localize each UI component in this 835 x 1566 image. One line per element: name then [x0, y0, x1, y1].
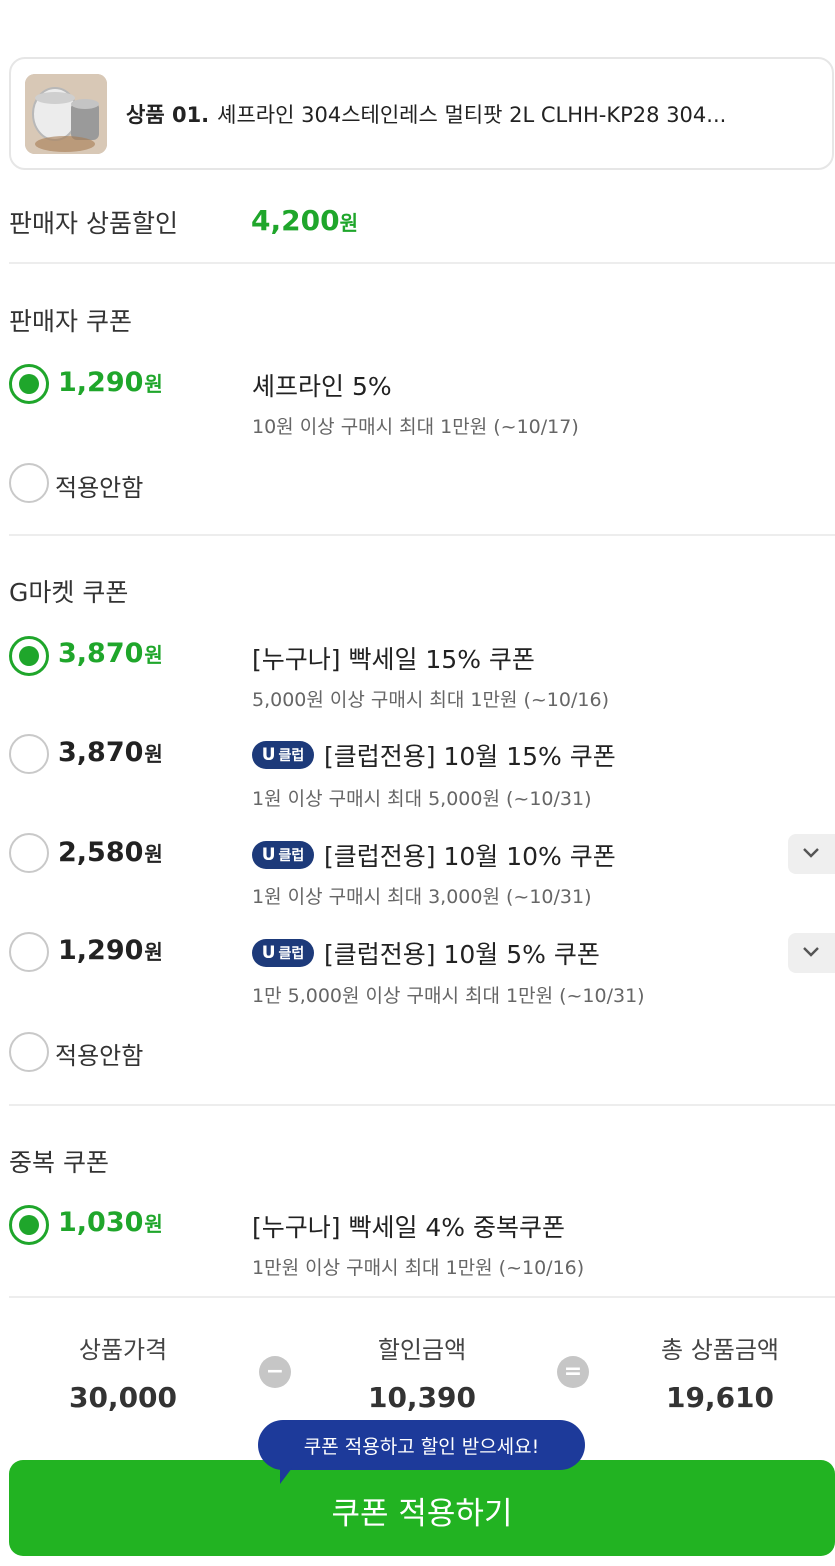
gmarket-coupon-radio-1[interactable]	[9, 636, 49, 676]
amount-value: 3,870	[58, 638, 144, 669]
gmarket-coupon-none-radio[interactable]	[9, 1032, 49, 1072]
divider	[9, 262, 835, 264]
price-summary: 상품가격 30,000 − 할인금액 10,390 = 총 상품금액 19,61…	[0, 1300, 835, 1566]
chevron-down-icon	[803, 848, 819, 858]
amount-unit: 원	[144, 1212, 163, 1236]
gmarket-coupon-radio-2[interactable]	[9, 734, 49, 774]
gmarket-coupon-amount-1: 3,870원	[58, 638, 163, 669]
amount-unit: 원	[144, 742, 163, 766]
gmarket-coupon-name-3: U 클럽 [클럽전용] 10월 10% 쿠폰	[252, 837, 616, 873]
seller-coupon-title: 판매자 쿠폰	[9, 307, 132, 336]
product-thumbnail	[25, 73, 107, 154]
chevron-down-icon	[803, 947, 819, 957]
seller-discount-amount: 4,200원	[251, 204, 358, 237]
divider	[9, 534, 835, 536]
summary-price-value: 30,000	[68, 1381, 178, 1414]
amount-value: 2,580	[58, 837, 144, 868]
amount-unit: 원	[144, 842, 163, 866]
amount-value: 1,290	[58, 367, 144, 398]
gmarket-coupon-condition-3: 1원 이상 구매시 최대 3,000원 (~10/31)	[252, 886, 592, 908]
seller-coupon-condition-1: 10원 이상 구매시 최대 1만원 (~10/17)	[252, 416, 579, 438]
duplicate-coupon-name-1: [누구나] 빡세일 4% 중복쿠폰	[252, 1213, 566, 1242]
summary-discount-label: 할인금액	[377, 1336, 467, 1364]
gmarket-coupon-amount-3: 2,580원	[58, 837, 163, 868]
summary-total-label: 총 상품금액	[660, 1336, 780, 1364]
gmarket-coupon-radio-3[interactable]	[9, 833, 49, 873]
coupon-name-text: [클럽전용] 10월 5% 쿠폰	[324, 940, 600, 969]
gmarket-coupon-amount-4: 1,290원	[58, 935, 163, 966]
amount-unit: 원	[144, 940, 163, 964]
gmarket-coupon-condition-2: 1원 이상 구매시 최대 5,000원 (~10/31)	[252, 788, 592, 810]
uclub-badge-text: 클럽	[278, 848, 305, 864]
coupon-tooltip: 쿠폰 적용하고 할인 받으세요!	[258, 1420, 585, 1484]
uclub-badge: U 클럽	[252, 841, 314, 869]
summary-total: 총 상품금액 19,610	[620, 1330, 820, 1414]
amount-unit: 원	[144, 643, 163, 667]
divider	[9, 1104, 835, 1106]
amount-value: 1,290	[58, 935, 144, 966]
duplicate-coupon-amount-1: 1,030원	[58, 1207, 163, 1238]
summary-total-value: 19,610	[665, 1381, 775, 1414]
gmarket-coupon-amount-2: 3,870원	[58, 737, 163, 768]
seller-coupon-radio-1[interactable]	[9, 364, 49, 404]
uclub-badge-u: U	[261, 845, 276, 865]
summary-discount: 할인금액 10,390	[322, 1330, 522, 1414]
seller-coupon-none-radio[interactable]	[9, 463, 49, 503]
duplicate-coupon-title: 중복 쿠폰	[9, 1148, 109, 1177]
uclub-badge-u: U	[261, 745, 276, 765]
product-image	[25, 73, 107, 154]
uclub-badge-text: 클럽	[278, 748, 305, 764]
seller-coupon-amount-1: 1,290원	[58, 367, 163, 398]
product-title: 상품 01. 셰프라인 304스테인레스 멀티팟 2L CLHH-KP28 304…	[126, 99, 726, 129]
equals-icon: =	[557, 1356, 589, 1388]
duplicate-coupon-radio-1[interactable]	[9, 1205, 49, 1245]
seller-discount-label: 판매자 상품할인	[9, 209, 178, 238]
amount-value: 1,030	[58, 1207, 144, 1238]
gmarket-coupon-title: G마켓 쿠폰	[9, 578, 129, 607]
expand-coupon-4-button[interactable]	[788, 933, 835, 973]
gmarket-coupon-name-1: [누구나] 빡세일 15% 쿠폰	[252, 645, 535, 674]
amount-value: 3,870	[58, 737, 144, 768]
uclub-badge-text: 클럽	[278, 946, 305, 962]
amount-unit: 원	[144, 372, 163, 396]
summary-price-label: 상품가격	[78, 1336, 168, 1364]
expand-coupon-3-button[interactable]	[788, 834, 835, 874]
gmarket-coupon-radio-4[interactable]	[9, 932, 49, 972]
product-label: 상품 01.	[126, 102, 210, 127]
duplicate-coupon-condition-1: 1만원 이상 구매시 최대 1만원 (~10/16)	[252, 1257, 585, 1279]
summary-price: 상품가격 30,000	[23, 1330, 223, 1414]
summary-discount-value: 10,390	[367, 1381, 477, 1414]
gmarket-coupon-condition-1: 5,000원 이상 구매시 최대 1만원 (~10/16)	[252, 689, 609, 711]
product-name: 셰프라인 304스테인레스 멀티팟 2L CLHH-KP28 304...	[217, 102, 727, 127]
seller-coupon-none-label[interactable]: 적용안함	[55, 468, 143, 503]
uclub-badge: U 클럽	[252, 741, 314, 769]
uclub-badge: U 클럽	[252, 939, 314, 967]
gmarket-coupon-condition-4: 1만 5,000원 이상 구매시 최대 1만원 (~10/31)	[252, 985, 645, 1007]
uclub-badge-u: U	[261, 943, 276, 963]
seller-discount-value: 4,200	[251, 204, 340, 237]
minus-icon: −	[259, 1356, 291, 1388]
divider	[9, 1296, 835, 1298]
product-card: 상품 01. 셰프라인 304스테인레스 멀티팟 2L CLHH-KP28 304…	[9, 57, 834, 170]
apply-coupon-button[interactable]: 쿠폰 적용하기	[9, 1460, 835, 1556]
gmarket-coupon-none-label[interactable]: 적용안함	[55, 1036, 143, 1071]
gmarket-coupon-name-2: U 클럽 [클럽전용] 10월 15% 쿠폰	[252, 737, 616, 773]
gmarket-coupon-name-4: U 클럽 [클럽전용] 10월 5% 쿠폰	[252, 935, 600, 971]
coupon-name-text: [클럽전용] 10월 10% 쿠폰	[324, 842, 616, 871]
seller-coupon-name-1: 셰프라인 5%	[252, 372, 392, 401]
coupon-name-text: [클럽전용] 10월 15% 쿠폰	[324, 742, 616, 771]
seller-discount-unit: 원	[339, 211, 358, 235]
